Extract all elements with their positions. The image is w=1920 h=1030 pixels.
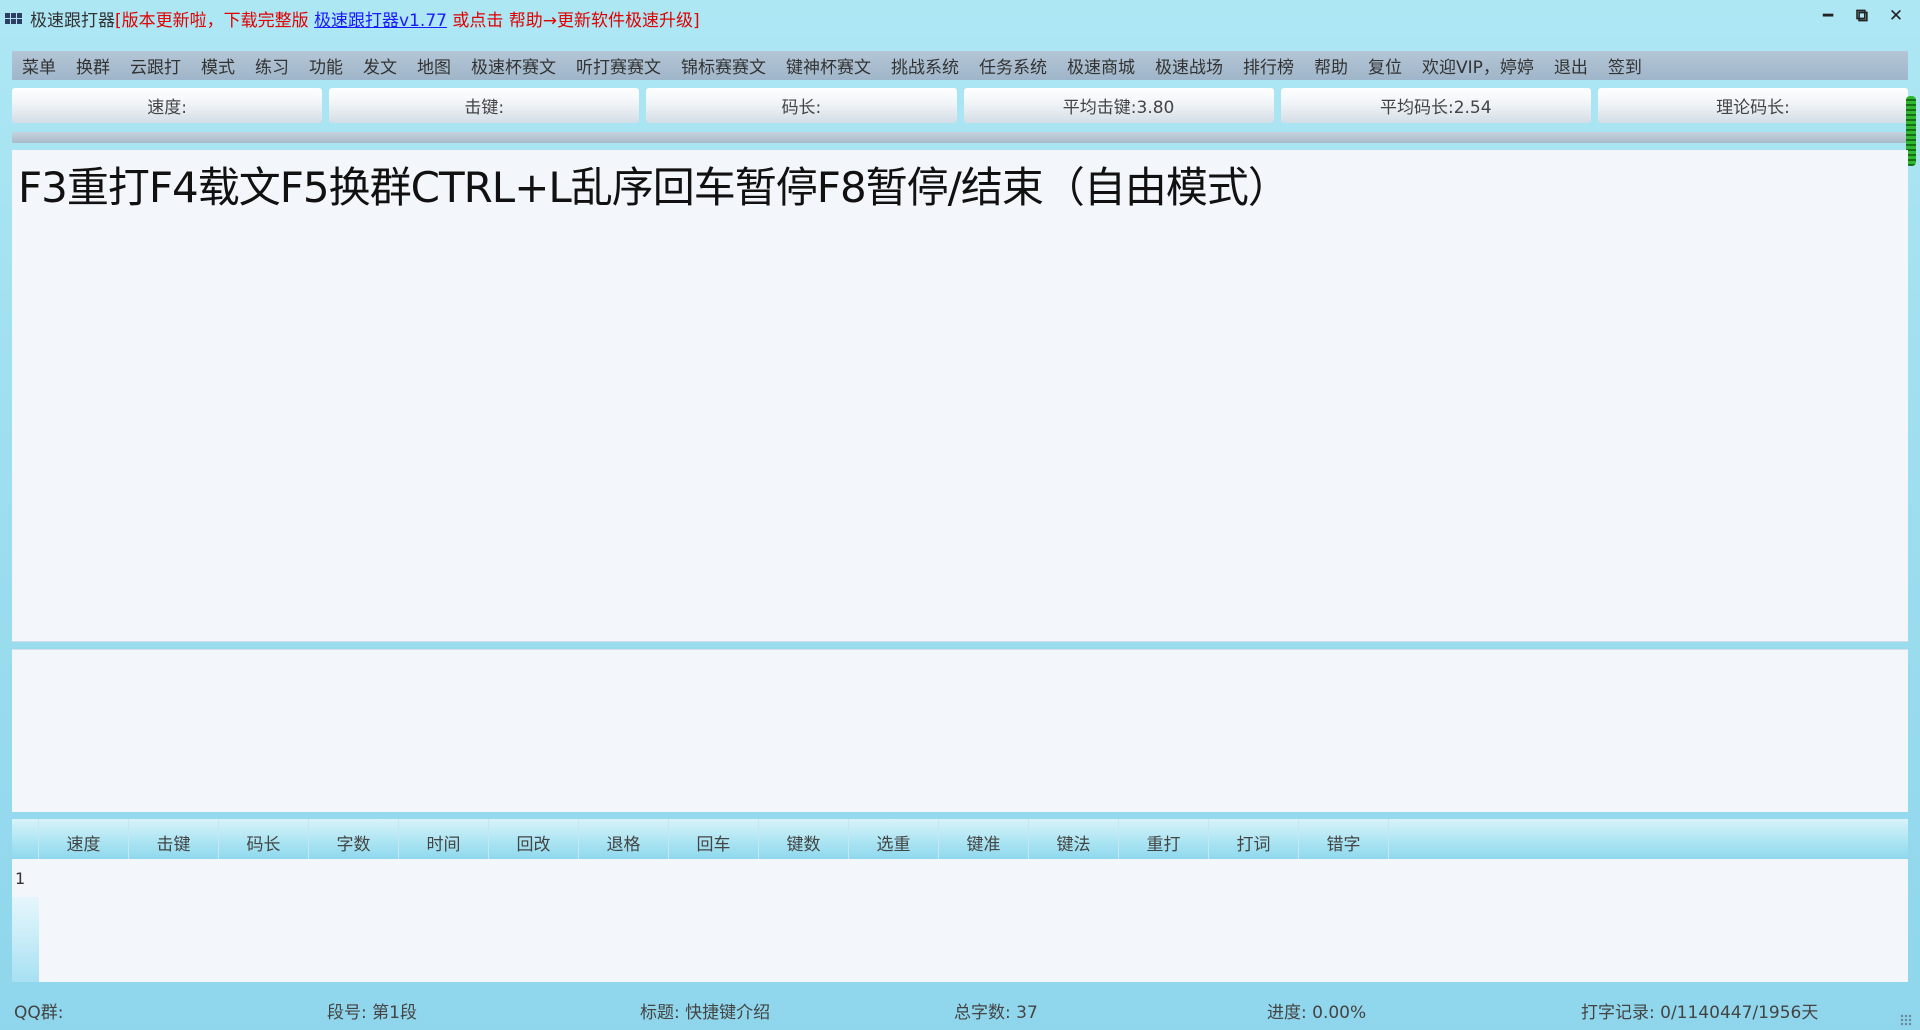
app-grid-icon bbox=[5, 9, 25, 27]
menu-item-championship[interactable]: 锦标赛赛文 bbox=[681, 53, 766, 78]
column-retype[interactable]: 重打 bbox=[1119, 819, 1209, 859]
status-bar: QQ群: 段号: 第1段 标题: 快捷键介绍 总字数: 37 进度: 0.00%… bbox=[0, 990, 1920, 1030]
close-icon[interactable]: ✕ bbox=[1886, 6, 1906, 26]
total-chars-status: 总字数: 37 bbox=[954, 1002, 1038, 1023]
menu-item-send-text[interactable]: 发文 bbox=[363, 53, 397, 78]
title-bar: 极速跟打器[版本更新啦，下载完整版 极速跟打器v1.77 或点击 帮助→更新软件… bbox=[0, 0, 1920, 36]
menu-item-challenge[interactable]: 挑战系统 bbox=[891, 53, 959, 78]
avg-code-length-stat: 平均码长:2.54 bbox=[1280, 88, 1591, 123]
app-name: 极速跟打器 bbox=[30, 10, 115, 31]
menu-item-menu[interactable]: 菜单 bbox=[22, 53, 56, 78]
stats-bar: 速度: 击键: 码长: 平均击键:3.80 平均码长:2.54 理论码长: bbox=[12, 88, 1909, 123]
menu-item-keygod-cup[interactable]: 键神杯赛文 bbox=[786, 53, 871, 78]
menu-bar: 菜单 换群 云跟打 模式 练习 功能 发文 地图 极速杯赛文 听打赛赛文 锦标赛… bbox=[12, 51, 1908, 80]
theory-code-length-stat: 理论码长: bbox=[1597, 88, 1909, 123]
menu-item-practice[interactable]: 练习 bbox=[255, 53, 289, 78]
column-time[interactable]: 时间 bbox=[399, 819, 489, 859]
menu-item-battlefield[interactable]: 极速战场 bbox=[1155, 53, 1223, 78]
restore-icon[interactable]: ⧉ bbox=[1852, 6, 1872, 26]
menu-item-listening-contest[interactable]: 听打赛赛文 bbox=[576, 53, 661, 78]
menu-item-switch-group[interactable]: 换群 bbox=[76, 53, 110, 78]
column-corrections[interactable]: 回改 bbox=[489, 819, 579, 859]
table-row-number[interactable]: 1 bbox=[12, 859, 39, 897]
menu-item-checkin[interactable]: 签到 bbox=[1608, 53, 1642, 78]
column-code-length[interactable]: 码长 bbox=[219, 819, 309, 859]
progress-status: 进度: 0.00% bbox=[1267, 1002, 1367, 1023]
segment-status: 段号: 第1段 bbox=[327, 1002, 417, 1023]
column-select-repeat[interactable]: 选重 bbox=[849, 819, 939, 859]
qq-group-status: QQ群: bbox=[14, 1002, 64, 1023]
typing-progress-bar bbox=[12, 132, 1908, 143]
column-key-count[interactable]: 键数 bbox=[759, 819, 849, 859]
menu-item-reset[interactable]: 复位 bbox=[1368, 53, 1402, 78]
title-status: 标题: 快捷键介绍 bbox=[640, 1002, 771, 1023]
table-corner bbox=[12, 819, 39, 859]
typing-record-status: 打字记录: 0/1140447/1956天 bbox=[1581, 1002, 1819, 1023]
row-header-column: 1 bbox=[12, 859, 39, 982]
update-notice-suffix: 或点击 帮助→更新软件极速升级] bbox=[446, 10, 700, 31]
column-keystroke[interactable]: 击键 bbox=[129, 819, 219, 859]
column-speed[interactable]: 速度 bbox=[39, 819, 129, 859]
table-body: 1 bbox=[12, 859, 1908, 982]
column-backspace[interactable]: 退格 bbox=[579, 819, 669, 859]
menu-item-ranking[interactable]: 排行榜 bbox=[1243, 53, 1294, 78]
menu-item-exit[interactable]: 退出 bbox=[1554, 53, 1588, 78]
menu-item-function[interactable]: 功能 bbox=[309, 53, 343, 78]
code-length-stat: 码长: bbox=[646, 88, 957, 123]
avg-keystroke-stat: 平均击键:3.80 bbox=[963, 88, 1274, 123]
results-table: 速度 击键 码长 字数 时间 回改 退格 回车 键数 选重 键准 键法 重打 打… bbox=[12, 819, 1908, 982]
window-controls: ━ ⧉ ✕ bbox=[1818, 6, 1906, 26]
menu-item-map[interactable]: 地图 bbox=[417, 53, 451, 78]
minimize-icon[interactable]: ━ bbox=[1818, 6, 1838, 26]
column-key-accuracy[interactable]: 键准 bbox=[939, 819, 1029, 859]
column-key-method[interactable]: 键法 bbox=[1029, 819, 1119, 859]
menu-item-cloud-follow[interactable]: 云跟打 bbox=[130, 53, 181, 78]
menu-item-shop[interactable]: 极速商城 bbox=[1067, 53, 1135, 78]
window-title: 极速跟打器[版本更新啦，下载完整版 极速跟打器v1.77 或点击 帮助→更新软件… bbox=[30, 6, 700, 31]
column-enter[interactable]: 回车 bbox=[669, 819, 759, 859]
update-notice-prefix: [版本更新啦，下载完整版 bbox=[115, 10, 315, 31]
menu-item-speed-cup[interactable]: 极速杯赛文 bbox=[471, 53, 556, 78]
column-wrong-chars[interactable]: 错字 bbox=[1299, 819, 1389, 859]
typing-input-area[interactable] bbox=[12, 649, 1908, 812]
menu-item-welcome-vip[interactable]: 欢迎VIP，婷婷 bbox=[1422, 53, 1534, 78]
download-link[interactable]: 极速跟打器v1.77 bbox=[314, 11, 447, 31]
text-display-panel: F3重打F4载文F5换群CTRL+L乱序回车暂停F8暂停/结束（自由模式） bbox=[12, 150, 1908, 642]
reference-text: F3重打F4载文F5换群CTRL+L乱序回车暂停F8暂停/结束（自由模式） bbox=[18, 163, 1290, 212]
column-char-count[interactable]: 字数 bbox=[309, 819, 399, 859]
column-word-typing[interactable]: 打词 bbox=[1209, 819, 1299, 859]
menu-item-mode[interactable]: 模式 bbox=[201, 53, 235, 78]
speed-stat: 速度: bbox=[12, 88, 323, 123]
resize-grip-icon[interactable] bbox=[1900, 1014, 1912, 1026]
menu-item-task[interactable]: 任务系统 bbox=[979, 53, 1047, 78]
keystroke-stat: 击键: bbox=[329, 88, 640, 123]
table-header: 速度 击键 码长 字数 时间 回改 退格 回车 键数 选重 键准 键法 重打 打… bbox=[12, 819, 1908, 859]
menu-item-help[interactable]: 帮助 bbox=[1314, 53, 1348, 78]
